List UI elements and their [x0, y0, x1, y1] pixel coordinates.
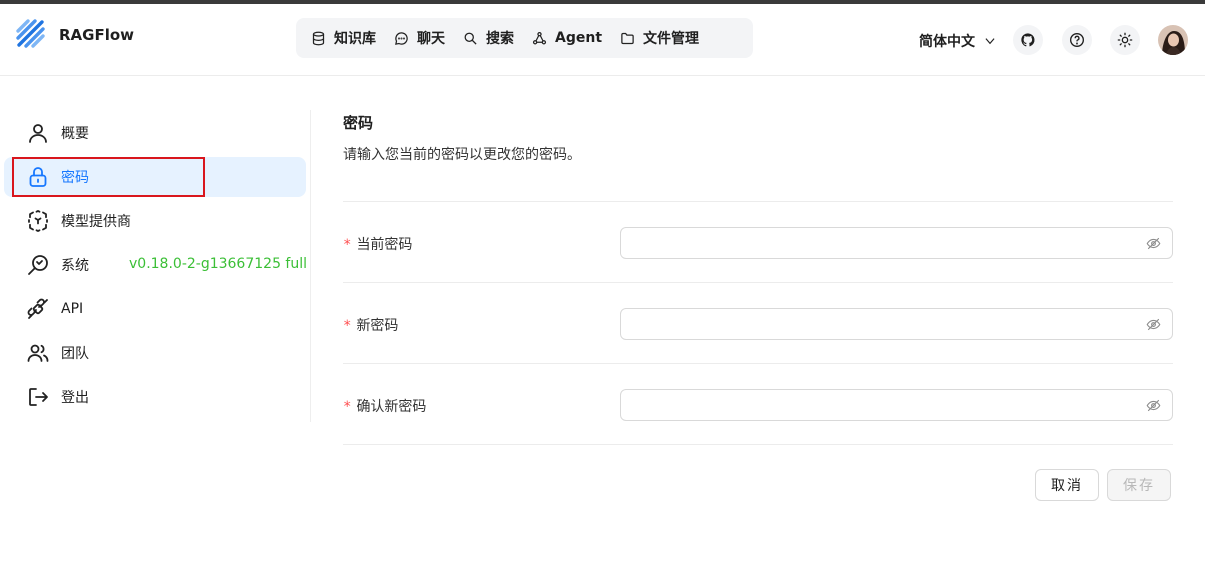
page-subtitle: 请输入您当前的密码以更改您的密码。: [343, 147, 581, 163]
nav-item-label: 搜索: [486, 31, 514, 47]
current-password-input[interactable]: [631, 228, 1141, 258]
plug-icon: [27, 298, 48, 319]
confirm-password-input[interactable]: [631, 390, 1141, 420]
eye-invisible-icon[interactable]: [1146, 317, 1161, 332]
save-button[interactable]: 保存: [1107, 469, 1171, 501]
language-selector[interactable]: 简体中文: [919, 31, 997, 51]
cancel-button[interactable]: 取消: [1035, 469, 1099, 501]
required-mark: *: [343, 237, 352, 253]
sidebar-item-profile[interactable]: 概要: [4, 113, 306, 153]
database-icon: [312, 31, 325, 45]
folder-icon: [621, 32, 634, 44]
avatar[interactable]: [1158, 25, 1188, 55]
logout-icon: [29, 388, 48, 406]
eye-invisible-icon[interactable]: [1146, 398, 1161, 413]
required-mark: *: [343, 318, 352, 334]
eye-invisible-icon[interactable]: [1146, 236, 1161, 251]
avatar-image: [1158, 25, 1188, 55]
highlight-box: [12, 157, 205, 197]
nav-knowledge-base[interactable]: 知识库: [302, 22, 385, 54]
graph-nodes-icon: [532, 31, 547, 44]
model-cube-icon: [28, 210, 48, 232]
app-header: RAGFlow 知识库 聊天 搜索 Agent 文件管理 简体中文: [0, 4, 1205, 76]
help-button[interactable]: [1062, 25, 1092, 55]
nav-item-label: 知识库: [334, 31, 376, 47]
confirm-password-field[interactable]: [620, 389, 1173, 421]
current-password-label: * 当前密码: [343, 234, 412, 254]
nav-agent[interactable]: Agent: [523, 22, 611, 54]
sidebar-item-logout[interactable]: 登出: [4, 377, 306, 417]
nav-file-management[interactable]: 文件管理: [611, 22, 708, 54]
divider: [343, 444, 1173, 445]
divider: [343, 363, 1173, 364]
new-password-input[interactable]: [631, 309, 1141, 339]
sidebar-item-label: 模型提供商: [61, 214, 131, 230]
confirm-password-label: * 确认新密码: [343, 396, 426, 416]
divider: [343, 201, 1173, 202]
field-label: 新密码: [356, 318, 399, 334]
gauge-icon: [28, 255, 48, 275]
top-nav: 知识库 聊天 搜索 Agent 文件管理: [296, 18, 753, 58]
sidebar-item-label: API: [61, 301, 84, 317]
nav-search[interactable]: 搜索: [454, 22, 523, 54]
field-label: 当前密码: [356, 237, 413, 253]
sidebar-item-label: 系统: [61, 258, 89, 274]
field-label: 确认新密码: [356, 399, 427, 415]
nav-item-label: Agent: [555, 30, 603, 46]
github-button[interactable]: [1013, 25, 1043, 55]
nav-item-label: 文件管理: [643, 31, 700, 47]
sidebar-item-label: 登出: [61, 390, 89, 406]
ragflow-logo-icon: [16, 19, 45, 48]
required-mark: *: [343, 399, 352, 415]
language-label: 简体中文: [919, 34, 975, 50]
chevron-down-icon: [985, 38, 995, 45]
divider: [343, 282, 1173, 283]
sidebar-item-team[interactable]: 团队: [4, 333, 306, 373]
github-icon: [1021, 33, 1035, 47]
nav-item-label: 聊天: [417, 31, 445, 47]
user-icon: [29, 124, 47, 143]
sidebar-item-api[interactable]: API: [4, 289, 306, 329]
version-text: v0.18.0-2-g13667125 full: [129, 256, 308, 272]
sidebar-item-label: 概要: [61, 126, 89, 142]
new-password-field[interactable]: [620, 308, 1173, 340]
current-password-field[interactable]: [620, 227, 1173, 259]
sidebar-item-label: 团队: [61, 346, 89, 362]
help-circle-icon: [1070, 33, 1084, 47]
search-icon: [464, 32, 477, 45]
sidebar-item-model-providers[interactable]: 模型提供商: [4, 201, 306, 241]
page-title: 密码: [343, 114, 374, 132]
sun-icon: [1117, 32, 1133, 48]
brand-name[interactable]: RAGFlow: [59, 26, 134, 44]
nav-chat[interactable]: 聊天: [385, 22, 454, 54]
theme-toggle-button[interactable]: [1110, 25, 1140, 55]
team-icon: [27, 344, 49, 362]
chat-bubble-icon: [395, 31, 408, 45]
new-password-label: * 新密码: [343, 315, 398, 335]
